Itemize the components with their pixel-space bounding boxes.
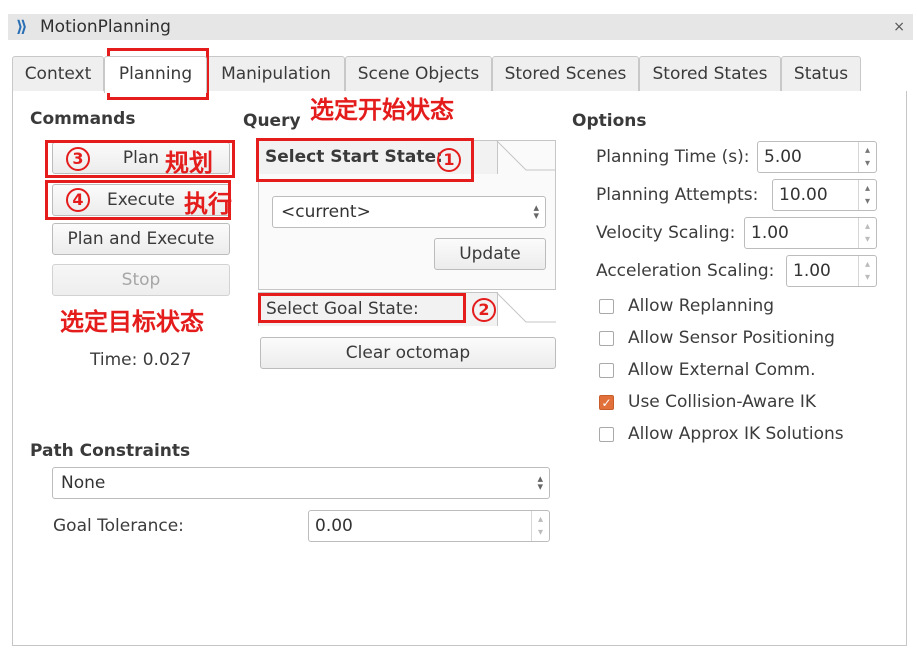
spin-arrows-icon[interactable]: ▴ ▾	[858, 142, 876, 172]
spin-arrows-icon[interactable]: ▴ ▾	[858, 218, 876, 248]
tab-context[interactable]: Context	[12, 56, 104, 92]
planning-time-spinbox[interactable]: 5.00 ▴ ▾	[757, 141, 877, 173]
planning-time-label: Planning Time (s):	[596, 147, 750, 167]
allow-external-comm-checkbox[interactable]	[599, 363, 614, 378]
planning-attempts-value: 10.00	[779, 185, 828, 205]
allow-sensor-positioning-checkbox[interactable]	[599, 331, 614, 346]
planning-time-value: 5.00	[764, 147, 802, 167]
planning-attempts-label: Planning Attempts:	[596, 185, 759, 205]
acceleration-scaling-spinbox[interactable]: 1.00 ▴ ▾	[786, 255, 877, 287]
step-1-marker: 1	[437, 148, 461, 172]
path-constraints-select[interactable]: None ▴ ▾	[52, 467, 550, 499]
use-collision-aware-ik-label: Use Collision-Aware IK	[628, 392, 817, 412]
start-state-select[interactable]: <current> ▴ ▾	[272, 196, 546, 228]
combo-arrows-icon: ▴ ▾	[533, 201, 539, 222]
velocity-scaling-spinbox[interactable]: 1.00 ▴ ▾	[744, 217, 877, 249]
query-label: Query	[243, 111, 301, 131]
start-state-tab-slant	[495, 139, 556, 174]
acceleration-scaling-label: Acceleration Scaling:	[596, 261, 775, 281]
tab-stored-scenes[interactable]: Stored Scenes	[492, 56, 639, 92]
app-icon: ⟫	[16, 17, 28, 36]
start-state-value: <current>	[281, 202, 371, 222]
tab-status[interactable]: Status	[781, 56, 861, 92]
stop-button[interactable]: Stop	[52, 264, 230, 296]
path-constraints-label: Path Constraints	[30, 441, 191, 461]
plan-annotation: 规划	[165, 149, 213, 177]
step-2-marker: 2	[472, 298, 496, 322]
allow-approx-ik-checkbox[interactable]	[599, 427, 614, 442]
title-bar: ⟫ MotionPlanning ×	[8, 14, 913, 40]
step-3-marker: 3	[66, 147, 90, 171]
goal-state-highlight	[258, 293, 466, 323]
spin-arrows-icon[interactable]: ▴ ▾	[858, 256, 876, 286]
tab-stored-states[interactable]: Stored States	[639, 56, 781, 92]
execute-annotation: 执行	[184, 190, 232, 218]
options-label: Options	[572, 111, 647, 131]
close-icon[interactable]: ×	[893, 14, 905, 40]
window-title: MotionPlanning	[40, 17, 171, 37]
update-button[interactable]: Update	[434, 238, 546, 270]
acceleration-scaling-value: 1.00	[793, 261, 831, 281]
spin-arrows-icon[interactable]: ▴ ▾	[858, 180, 876, 210]
planning-attempts-spinbox[interactable]: 10.00 ▴ ▾	[772, 179, 877, 211]
path-constraints-value: None	[61, 473, 106, 493]
tab-scene-objects[interactable]: Scene Objects	[345, 56, 492, 92]
spin-arrows-icon[interactable]: ▴ ▾	[531, 511, 549, 541]
goal-state-tab-slant	[495, 291, 556, 326]
step-4-marker: 4	[66, 188, 90, 212]
allow-external-comm-label: Allow External Comm.	[628, 360, 816, 380]
plan-time-readout: Time: 0.027	[90, 350, 192, 370]
tab-manipulation[interactable]: Manipulation	[207, 56, 345, 92]
goal-tolerance-spinbox[interactable]: 0.00 ▴ ▾	[308, 510, 550, 542]
allow-approx-ik-label: Allow Approx IK Solutions	[628, 424, 844, 444]
velocity-scaling-label: Velocity Scaling:	[596, 223, 736, 243]
plan-and-execute-button[interactable]: Plan and Execute	[52, 223, 230, 255]
combo-arrows-icon: ▴ ▾	[537, 472, 543, 493]
clear-octomap-button[interactable]: Clear octomap	[260, 337, 556, 369]
start-state-annotation: 选定开始状态	[310, 96, 454, 124]
tab-planning[interactable]: Planning	[104, 56, 207, 93]
use-collision-aware-ik-checkbox[interactable]: ✓	[599, 395, 614, 410]
commands-label: Commands	[30, 109, 136, 129]
allow-replanning-checkbox[interactable]	[599, 299, 614, 314]
goal-state-annotation: 选定目标状态	[60, 308, 204, 336]
allow-replanning-label: Allow Replanning	[628, 296, 775, 316]
tab-bar: Context Planning Manipulation Scene Obje…	[12, 56, 907, 93]
velocity-scaling-value: 1.00	[751, 223, 789, 243]
goal-tolerance-label: Goal Tolerance:	[53, 516, 184, 536]
allow-sensor-positioning-label: Allow Sensor Positioning	[628, 328, 835, 348]
goal-tolerance-value: 0.00	[315, 516, 353, 536]
